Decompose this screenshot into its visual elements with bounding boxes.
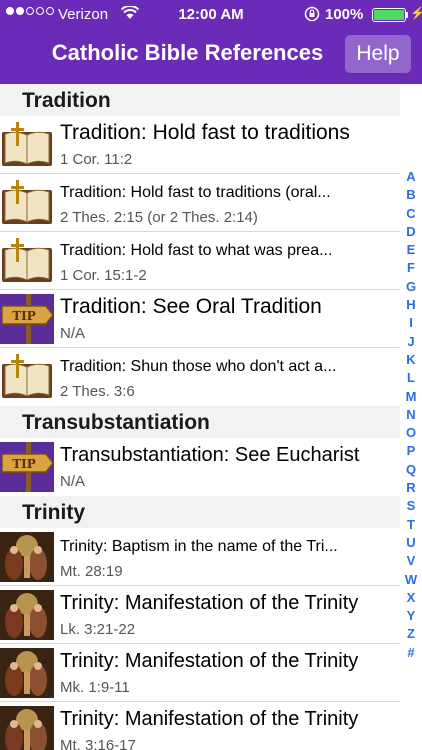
bible-icon bbox=[2, 238, 52, 282]
row-title: Trinity: Manifestation of the Trinity bbox=[60, 650, 359, 672]
row-reference: Lk. 3:21-22 bbox=[60, 621, 136, 638]
row-title: Tradition: Hold fast to what was prea... bbox=[60, 242, 333, 259]
row-title: Trinity: Manifestation of the Trinity bbox=[60, 592, 359, 614]
index-letter-e[interactable]: E bbox=[407, 241, 416, 259]
row-reference: 1 Cor. 11:2 bbox=[60, 151, 133, 168]
index-letter-o[interactable]: O bbox=[406, 424, 416, 442]
index-letter-t[interactable]: T bbox=[407, 516, 415, 534]
row-reference: 1 Cor. 15:1-2 bbox=[60, 267, 147, 284]
header: Verizon 12:00 AM 100% ⚡ Catholic Bible R… bbox=[0, 0, 422, 84]
index-letter-k[interactable]: K bbox=[406, 351, 415, 369]
row-title: Trinity: Baptism in the name of the Tri.… bbox=[60, 538, 338, 555]
list-item[interactable]: Trinity: Manifestation of the Trinity Mt… bbox=[0, 702, 400, 750]
row-reference: Mt. 28:19 bbox=[60, 563, 123, 580]
index-letter-i[interactable]: I bbox=[409, 314, 413, 332]
index-letter-g[interactable]: G bbox=[406, 278, 416, 296]
index-letter-w[interactable]: W bbox=[405, 571, 417, 589]
row-reference: N/A bbox=[60, 325, 86, 342]
tip-sign-icon: TIP bbox=[0, 442, 54, 492]
index-letter-m[interactable]: M bbox=[406, 388, 417, 406]
list-item[interactable]: Tradition: Hold fast to traditions (oral… bbox=[0, 174, 400, 232]
index-letter-p[interactable]: P bbox=[407, 442, 416, 460]
bible-icon bbox=[2, 122, 52, 166]
bible-icon bbox=[2, 180, 52, 224]
row-title: Tradition: Shun those who don't act a... bbox=[60, 358, 337, 375]
list-item[interactable]: Trinity: Manifestation of the Trinity Lk… bbox=[0, 586, 400, 644]
index-letter-u[interactable]: U bbox=[406, 534, 415, 552]
list-item[interactable]: Trinity: Baptism in the name of the Tri.… bbox=[0, 528, 400, 586]
list-item[interactable]: Tradition: Shun those who don't act a...… bbox=[0, 348, 400, 406]
index-letter-y[interactable]: Y bbox=[407, 607, 416, 625]
row-title: Transubstantiation: See Eucharist bbox=[60, 444, 360, 466]
list-item[interactable]: Tradition: Hold fast to traditions 1 Cor… bbox=[0, 116, 400, 174]
index-letter-l[interactable]: L bbox=[407, 369, 415, 387]
index-letter-n[interactable]: N bbox=[406, 406, 415, 424]
svg-text:TIP: TIP bbox=[12, 309, 36, 323]
index-letter-h[interactable]: H bbox=[406, 296, 415, 314]
trinity-painting-icon bbox=[0, 706, 54, 750]
index-letter-f[interactable]: F bbox=[407, 259, 415, 277]
index-letter-z[interactable]: Z bbox=[407, 625, 415, 643]
index-letter-s[interactable]: S bbox=[407, 497, 416, 515]
row-title: Trinity: Manifestation of the Trinity bbox=[60, 708, 359, 730]
index-letter-j[interactable]: J bbox=[407, 333, 414, 351]
list-item[interactable]: Trinity: Manifestation of the Trinity Mk… bbox=[0, 644, 400, 702]
section-header-tradition: Tradition bbox=[0, 84, 400, 116]
index-letter-r[interactable]: R bbox=[406, 479, 415, 497]
section-index[interactable]: A B C D E F G H I J K L M N O P Q R S T … bbox=[401, 168, 421, 662]
index-letter-c[interactable]: C bbox=[406, 205, 415, 223]
reference-list: Tradition Tradition: Hold fast to tradit… bbox=[0, 84, 400, 750]
index-letter-b[interactable]: B bbox=[406, 186, 415, 204]
row-reference: N/A bbox=[60, 473, 86, 490]
status-bar: Verizon 12:00 AM 100% ⚡ bbox=[0, 0, 422, 30]
index-letter-x[interactable]: X bbox=[407, 589, 416, 607]
tip-sign-icon: TIP bbox=[0, 294, 54, 344]
trinity-painting-icon bbox=[0, 648, 54, 698]
section-header-transubstantiation: Transubstantiation bbox=[0, 406, 400, 438]
charging-bolt-icon: ⚡ bbox=[410, 6, 422, 20]
index-letter-v[interactable]: V bbox=[407, 552, 416, 570]
row-title: Tradition: See Oral Tradition bbox=[60, 295, 322, 318]
index-letter-q[interactable]: Q bbox=[406, 461, 416, 479]
list-item[interactable]: TIP Tradition: See Oral Tradition N/A bbox=[0, 290, 400, 348]
section-header-trinity: Trinity bbox=[0, 496, 400, 528]
list-item[interactable]: Tradition: Hold fast to what was prea...… bbox=[0, 232, 400, 290]
row-title: Tradition: Hold fast to traditions (oral… bbox=[60, 184, 331, 201]
trinity-painting-icon bbox=[0, 590, 54, 640]
row-reference: 2 Thes. 2:15 (or 2 Thes. 2:14) bbox=[60, 209, 258, 226]
rotation-lock-icon bbox=[304, 6, 320, 22]
battery-icon bbox=[372, 8, 406, 22]
index-letter-a[interactable]: A bbox=[406, 168, 415, 186]
list-item[interactable]: TIP Transubstantiation: See Eucharist N/… bbox=[0, 438, 400, 496]
row-reference: 2 Thes. 3:6 bbox=[60, 383, 135, 400]
index-letter-hash[interactable]: # bbox=[407, 644, 414, 662]
page-title: Catholic Bible References bbox=[51, 40, 324, 65]
battery-percent: 100% bbox=[325, 6, 364, 23]
index-letter-d[interactable]: D bbox=[406, 223, 415, 241]
svg-text:TIP: TIP bbox=[12, 457, 36, 471]
row-reference: Mk. 1:9-11 bbox=[60, 679, 130, 696]
row-title: Tradition: Hold fast to traditions bbox=[60, 121, 350, 144]
help-button[interactable]: Help bbox=[345, 35, 411, 73]
row-reference: Mt. 3:16-17 bbox=[60, 737, 136, 750]
trinity-painting-icon bbox=[0, 532, 54, 582]
bible-icon bbox=[2, 354, 52, 398]
